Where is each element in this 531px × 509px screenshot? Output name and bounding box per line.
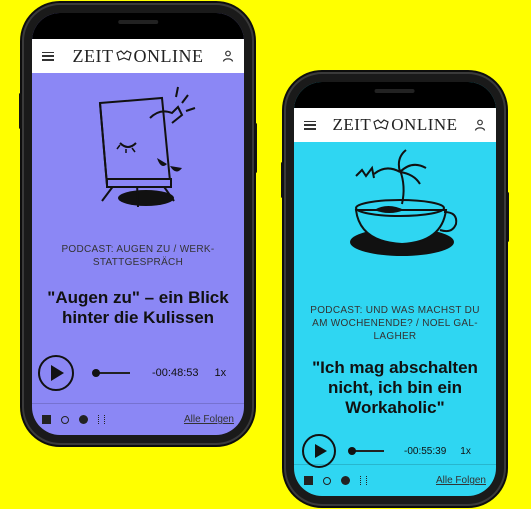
logo-text-right: ONLINE <box>391 115 458 134</box>
side-button <box>506 192 509 242</box>
play-icon <box>51 365 64 381</box>
progress-bar[interactable] <box>348 447 384 455</box>
teacup-illustration <box>350 149 458 256</box>
deezer-icon[interactable] <box>304 476 313 485</box>
time-remaining: -00:55:39 <box>404 445 447 457</box>
audio-player: -00:55:39 1x <box>302 434 490 468</box>
notch <box>89 13 187 39</box>
user-icon[interactable] <box>222 50 234 62</box>
zeit-online-logo[interactable]: ZEIT ONLINE <box>73 46 204 67</box>
podcast-kicker: PODCAST: UND WAS MACHST DU AM WOCHENENDE… <box>310 305 480 342</box>
apple-podcasts-icon[interactable] <box>323 476 331 485</box>
menu-icon[interactable] <box>304 120 316 130</box>
phone-right: ZEIT ONLINE PODCAST: UND WAS MACHST DU A… <box>281 72 509 506</box>
podcast-card: PODCAST: UND WAS MACHST DU AM WOCHENENDE… <box>294 142 496 468</box>
zeit-online-logo[interactable]: ZEIT ONLINE <box>332 115 457 135</box>
spotify-icon[interactable] <box>79 415 88 424</box>
play-button[interactable] <box>38 355 74 391</box>
google-podcasts-icon[interactable] <box>98 415 105 424</box>
all-episodes-link[interactable]: Alle Folgen <box>184 414 234 425</box>
podcast-card: PODCAST: AUGEN ZU / WERK- STATTGESPRÄCH … <box>32 73 244 403</box>
site-header: ZEIT ONLINE <box>32 39 244 73</box>
phone-screen: ZEIT ONLINE PODCAST: UND WAS MACHST DU A… <box>294 82 496 496</box>
phone-left: ZEIT ONLINE PODCAST: AUGEN ZU / WERK- ST… <box>19 3 257 445</box>
notch <box>348 82 442 108</box>
progress-knob[interactable] <box>92 369 100 377</box>
time-remaining: -00:48:53 <box>152 367 199 379</box>
play-icon <box>314 444 327 458</box>
zeit-eagle-icon <box>373 119 389 130</box>
spotify-icon[interactable] <box>341 476 350 485</box>
apple-podcasts-icon[interactable] <box>61 415 69 424</box>
logo-text-right: ONLINE <box>133 45 204 66</box>
easel-illustration <box>98 86 196 208</box>
side-button <box>281 162 284 198</box>
platform-footer: Alle Folgen <box>294 464 496 496</box>
side-button <box>19 93 22 129</box>
logo-text-left: ZEIT <box>72 45 114 66</box>
all-episodes-link[interactable]: Alle Folgen <box>436 475 486 486</box>
progress-bar[interactable] <box>92 369 130 377</box>
zeit-eagle-icon <box>115 50 132 61</box>
progress-knob[interactable] <box>348 447 356 455</box>
side-button <box>254 123 257 173</box>
speed-button[interactable]: 1x <box>460 446 471 457</box>
logo-text-left: ZEIT <box>332 115 372 134</box>
user-icon[interactable] <box>474 119 486 131</box>
platform-footer: Alle Folgen <box>32 403 244 435</box>
site-header: ZEIT ONLINE <box>294 108 496 142</box>
podcast-headline[interactable]: "Augen zu" – ein Blick hinter die Kuliss… <box>36 288 240 328</box>
speed-button[interactable]: 1x <box>214 367 226 379</box>
podcast-headline[interactable]: "Ich mag abschalten nicht, ich bin ein W… <box>298 358 492 418</box>
audio-player: -00:48:53 1x <box>38 355 238 391</box>
podcast-kicker: PODCAST: AUGEN ZU / WERK- STATTGESPRÄCH <box>61 244 215 268</box>
phone-screen: ZEIT ONLINE PODCAST: AUGEN ZU / WERK- ST… <box>32 13 244 435</box>
play-button[interactable] <box>302 434 336 468</box>
deezer-icon[interactable] <box>42 415 51 424</box>
menu-icon[interactable] <box>42 51 54 61</box>
google-podcasts-icon[interactable] <box>360 476 367 485</box>
